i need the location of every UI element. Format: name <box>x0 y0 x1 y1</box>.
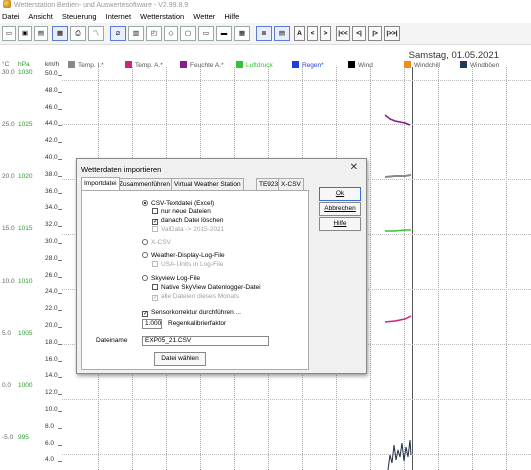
settings-icon[interactable]: ▤ <box>274 26 290 41</box>
close-icon[interactable]: ✕ <box>350 162 358 173</box>
list-icon[interactable]: ≣ <box>256 26 272 41</box>
checkbox[interactable]: ✓ <box>152 219 158 225</box>
checkbox[interactable] <box>152 261 158 267</box>
graph-icon[interactable]: ⧄ <box>110 26 126 41</box>
cancel-button[interactable]: Abbrechen <box>319 202 361 216</box>
checkbox[interactable]: ✓ <box>152 295 158 301</box>
grid-icon[interactable]: ▦ <box>234 26 250 41</box>
checkbox[interactable] <box>152 284 158 290</box>
print-icon[interactable]: ⎙ <box>70 26 86 41</box>
title-bar: Wetterstation Bedien- und Auswertesoftwa… <box>0 0 531 11</box>
check-danach-loeschen[interactable]: ✓ danach Datei löschen <box>152 217 224 225</box>
tab-importdatei[interactable]: Importdatei <box>81 177 120 190</box>
export-icon[interactable]: ▭ <box>198 26 214 41</box>
radio-dot[interactable] <box>142 239 148 245</box>
menu-internet[interactable]: Internet <box>106 12 131 21</box>
menu-wetter[interactable]: Wetter <box>193 12 215 21</box>
menu-bar: Datei Ansicht Steuerung Internet Wetters… <box>0 11 531 23</box>
disk-icon[interactable]: ▤ <box>34 26 48 41</box>
humidity-trace <box>384 114 411 126</box>
new-icon[interactable]: ▭ <box>2 26 16 41</box>
window-title: Wetterstation Bedien- und Auswertesoftwa… <box>14 2 189 9</box>
prev-button[interactable]: < <box>307 26 318 41</box>
dateiname-input[interactable]: EXP05_21.CSV <box>142 336 269 346</box>
camera-icon[interactable]: ▢ <box>180 26 196 41</box>
next-button[interactable]: > <box>320 26 331 41</box>
toolbar: ▭ ▣ ▤ ▦ ⎙ 〽 ⧄ ▥ ◰ ◇ ▢ ▭ ▬ ▦ ≣ ▤ A < > |<… <box>0 23 531 45</box>
check-native-skyview[interactable]: Native SkyView Datenlogger-Datei <box>152 284 261 292</box>
bars-icon[interactable]: ▥ <box>128 26 144 41</box>
wind-trace <box>387 439 412 470</box>
import-dialog: Wetterdaten importieren ✕ Importdatei Zu… <box>76 158 367 374</box>
checkbox[interactable] <box>152 208 158 214</box>
table-icon[interactable]: ▦ <box>52 26 68 41</box>
pressure-trace <box>385 229 411 232</box>
tab-xcsv[interactable]: X-CSV <box>278 178 304 190</box>
regen-factor-label: Regenkalibrierfaktor <box>168 320 227 327</box>
checkbox[interactable]: ✓ <box>142 311 148 317</box>
help-button[interactable]: Hilfe <box>319 217 361 231</box>
radio-csv[interactable]: CSV-Textdatei (Excel) <box>142 200 214 208</box>
radio-dot[interactable] <box>142 252 148 258</box>
radio-skyview[interactable]: Skyview Log-File <box>142 275 200 283</box>
dialog-title: Wetterdaten importieren <box>81 165 162 174</box>
radio-weather-display[interactable]: Weather-Display-Log-File <box>142 252 225 260</box>
temp-inside-trace <box>384 174 412 178</box>
import-panel: CSV-Textdatei (Excel) nur neue Dateien ✓… <box>81 190 309 370</box>
monitor-icon[interactable]: ◰ <box>146 26 162 41</box>
menu-ansicht[interactable]: Ansicht <box>28 12 53 21</box>
font-a-button[interactable]: A <box>294 26 305 41</box>
menu-datei[interactable]: Datei <box>2 12 20 21</box>
ok-button[interactable]: Ok <box>319 187 361 201</box>
tab-zusammenfuehren[interactable]: Zusammenführen <box>116 178 173 190</box>
last-button[interactable]: |>>| <box>384 26 400 41</box>
menu-wetterstation[interactable]: Wetterstation <box>140 12 184 21</box>
radio-xcsv[interactable]: X-CSV <box>142 239 171 247</box>
check-alle-dateien[interactable]: ✓ alle Dateien dieses Monats <box>152 293 239 301</box>
check-usa-units[interactable]: USA-Units in Log-File <box>152 261 224 269</box>
regen-factor-input[interactable]: 1.000 <box>142 319 162 329</box>
datei-waehlen-button[interactable]: Datei wählen <box>154 352 206 366</box>
save-icon[interactable]: ▣ <box>18 26 32 41</box>
back-button[interactable]: <| <box>352 26 366 41</box>
temp-outside-trace <box>384 315 412 323</box>
menu-steuerung[interactable]: Steuerung <box>62 12 97 21</box>
image-icon[interactable]: ▬ <box>216 26 232 41</box>
forward-button[interactable]: |> <box>368 26 382 41</box>
check-valdata[interactable]: ValData -> 2015-2021 <box>152 226 224 234</box>
chart-icon[interactable]: 〽 <box>88 26 104 41</box>
first-button[interactable]: |<< <box>336 26 350 41</box>
check-sensorkorrektur[interactable]: ✓ Sensorkorrektur durchführen ... <box>142 309 241 317</box>
radio-dot[interactable] <box>142 200 148 206</box>
check-nur-neue[interactable]: nur neue Dateien <box>152 208 211 216</box>
radio-dot[interactable] <box>142 275 148 281</box>
tab-virtual-weather-station[interactable]: Virtual Weather Station <box>171 178 244 190</box>
menu-hilfe[interactable]: Hilfe <box>224 12 239 21</box>
diamond-icon[interactable]: ◇ <box>164 26 178 41</box>
checkbox[interactable] <box>152 226 158 232</box>
dateiname-label: Dateiname <box>96 337 128 344</box>
app-icon <box>3 0 11 8</box>
